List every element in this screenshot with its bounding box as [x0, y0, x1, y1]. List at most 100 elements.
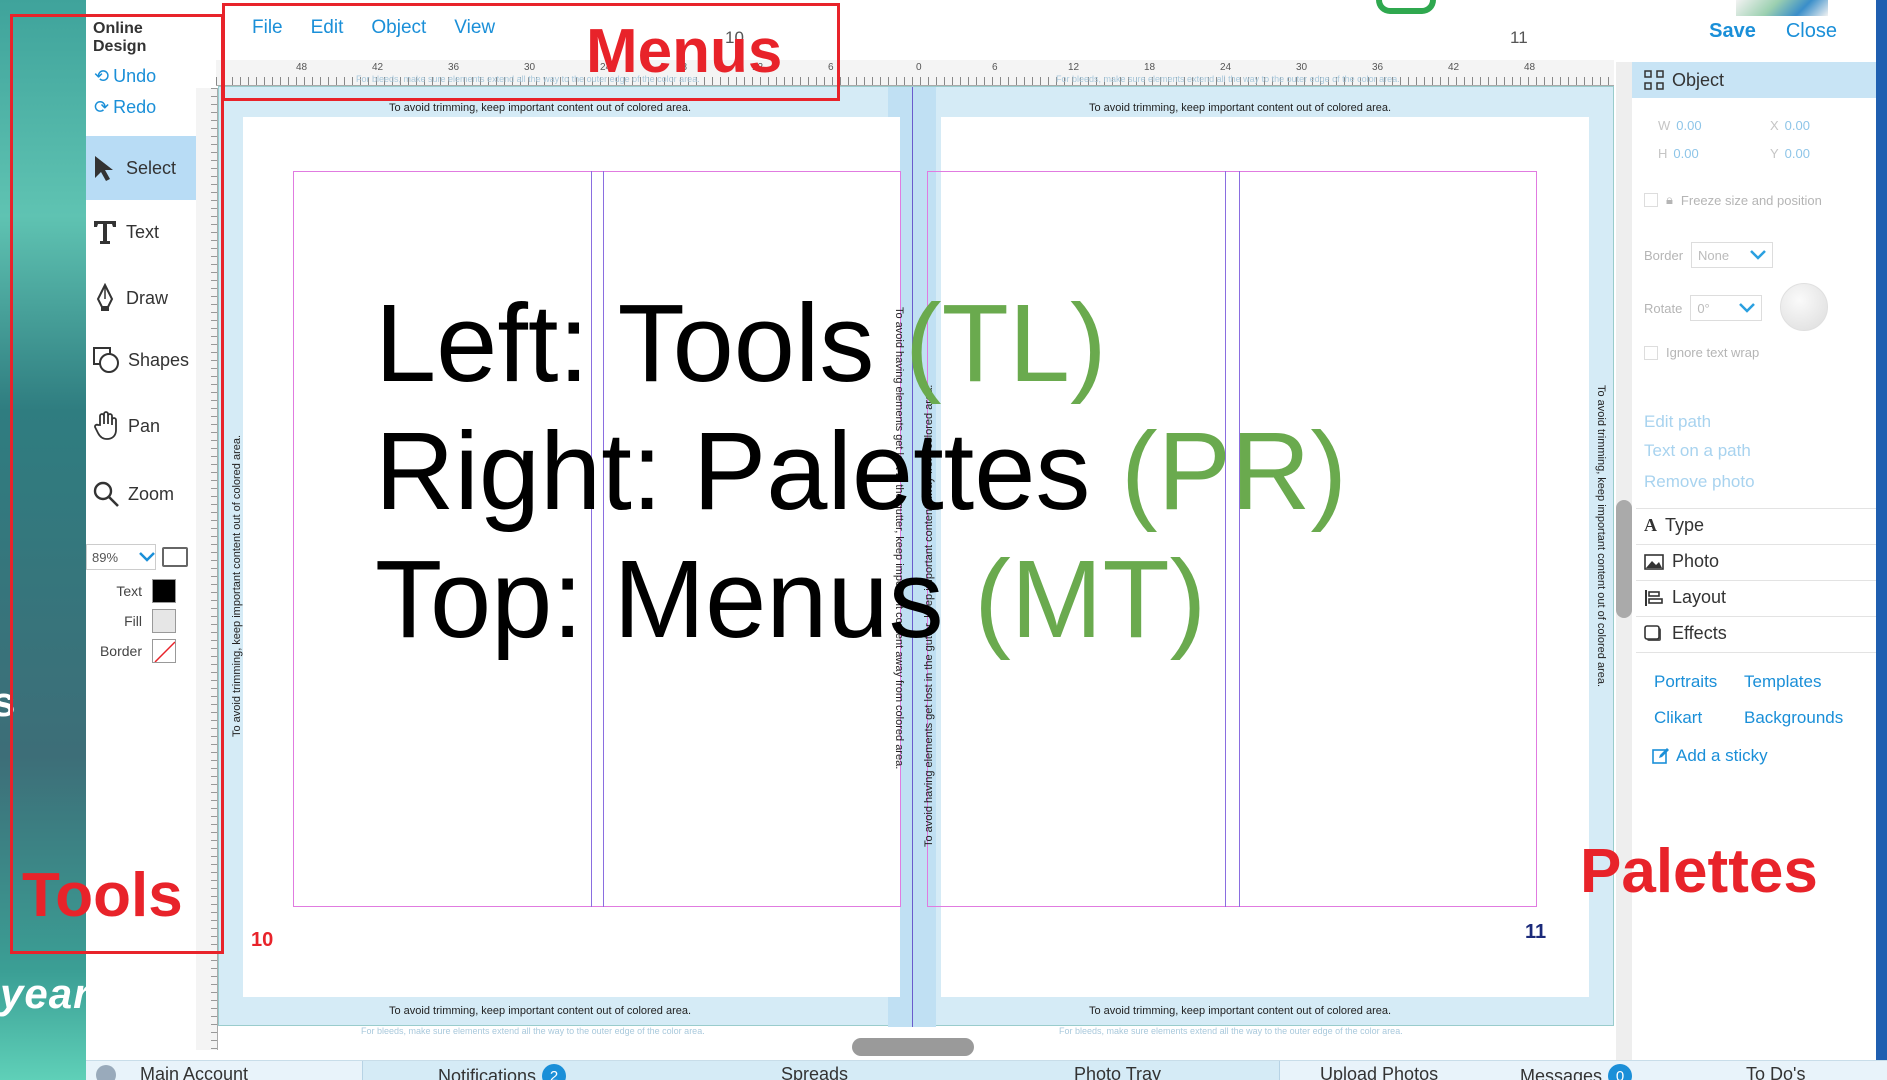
- remove-photo-link[interactable]: Remove photo: [1644, 472, 1755, 492]
- safe-note-bottom-right: To avoid trimming, keep important conten…: [1089, 1005, 1392, 1017]
- undo-button[interactable]: ⟲ Undo: [94, 66, 156, 87]
- ignore-wrap-label: Ignore text wrap: [1666, 345, 1760, 360]
- edit-note-icon: [1652, 748, 1669, 764]
- templates-link[interactable]: Templates: [1744, 672, 1821, 692]
- caption-text: Right: Palettes: [375, 410, 1121, 533]
- rotate-row: Rotate 0°: [1644, 295, 1763, 321]
- save-button[interactable]: Save: [1709, 20, 1756, 43]
- hand-icon: [94, 411, 117, 440]
- palette-section-effects[interactable]: Effects: [1636, 616, 1876, 650]
- text-color-label: Text: [116, 583, 142, 599]
- object-palette-header[interactable]: Object: [1632, 62, 1876, 98]
- tool-pan[interactable]: Pan: [86, 394, 196, 458]
- chevron-down-icon: [139, 552, 155, 562]
- height-field[interactable]: H 0.00: [1658, 146, 1699, 161]
- ignore-wrap-row[interactable]: Ignore text wrap: [1644, 345, 1759, 360]
- menu-bar: File Edit Object View: [252, 17, 495, 39]
- chevron-down-icon: [1750, 250, 1766, 260]
- y-field[interactable]: Y 0.00: [1770, 146, 1810, 161]
- ruler-label: 42: [372, 62, 384, 73]
- ruler-label: 42: [1448, 62, 1460, 73]
- menus-annotation-label: Menus: [586, 17, 783, 86]
- tool-text[interactable]: Text: [86, 200, 196, 264]
- x-field[interactable]: X 0.00: [1770, 118, 1810, 133]
- rotate-select[interactable]: 0°: [1690, 295, 1763, 321]
- portraits-link[interactable]: Portraits: [1654, 672, 1717, 692]
- chevron-down-icon: [1739, 303, 1756, 313]
- freeze-row[interactable]: 🔒︎ Freeze size and position: [1644, 192, 1822, 208]
- freeze-checkbox[interactable]: [1644, 193, 1658, 207]
- notifications-tab[interactable]: Notifications 2: [438, 1064, 567, 1080]
- undo-label: Undo: [113, 66, 157, 86]
- text-color-swatch[interactable]: [152, 579, 176, 603]
- ignore-wrap-checkbox[interactable]: [1644, 345, 1658, 360]
- palette-section-type[interactable]: A Type: [1636, 508, 1876, 542]
- width-field[interactable]: W 0.00: [1658, 118, 1702, 133]
- tool-draw[interactable]: Draw: [86, 266, 196, 330]
- tool-select[interactable]: Select: [86, 136, 196, 200]
- arrow-cursor-icon: [95, 156, 113, 181]
- border-color-swatch[interactable]: [152, 639, 176, 663]
- ruler-label: 48: [1524, 62, 1536, 73]
- edit-path-link[interactable]: Edit path: [1644, 412, 1711, 432]
- main-account-tab[interactable]: Main Account: [96, 1064, 248, 1080]
- pen-nib-icon: [96, 283, 114, 311]
- resources-section: [1636, 652, 1876, 742]
- todos-tab[interactable]: To Do's: [1746, 1064, 1805, 1080]
- zoom-controls: 89%: [86, 544, 196, 570]
- menu-edit[interactable]: Edit: [311, 17, 344, 39]
- menu-object[interactable]: Object: [371, 17, 426, 39]
- shapes-icon: [93, 347, 119, 373]
- backgrounds-link[interactable]: Backgrounds: [1744, 708, 1843, 728]
- upload-photos-tab[interactable]: Upload Photos: [1320, 1064, 1438, 1080]
- top-actions: Save Close: [1709, 20, 1837, 43]
- zoom-value: 89%: [92, 549, 119, 565]
- photo-tray-tab[interactable]: Photo Tray: [1074, 1064, 1161, 1080]
- menu-file[interactable]: File: [252, 17, 283, 39]
- palette-scrollbar-thumb[interactable]: [1616, 500, 1632, 618]
- tool-label: Text: [126, 221, 160, 242]
- close-button[interactable]: Close: [1786, 20, 1837, 43]
- ruler-label: 18: [1144, 62, 1156, 73]
- palette-section-layout[interactable]: Layout: [1636, 580, 1876, 614]
- text-color-row: Text: [86, 579, 176, 603]
- messages-tab[interactable]: Messages 0: [1520, 1064, 1633, 1080]
- horizontal-ruler: 48 42 36 30 24 18 12 6 0 6 12 18 24 30 3…: [216, 60, 1614, 86]
- caption-line-menus: Top: Menus (MT): [375, 536, 1347, 664]
- tool-label: Pan: [128, 415, 161, 436]
- rotate-dial[interactable]: [1780, 283, 1828, 331]
- horizontal-scrollbar-thumb[interactable]: [852, 1038, 974, 1056]
- height-value: 0.00: [1673, 146, 1699, 161]
- caption-code: (MT): [974, 538, 1207, 661]
- fill-color-row: Fill: [86, 609, 176, 633]
- x-value: 0.00: [1784, 118, 1810, 133]
- tool-shapes[interactable]: Shapes: [86, 328, 196, 392]
- section-label: Type: [1665, 515, 1705, 535]
- caption-text: Top: Menus: [375, 538, 975, 661]
- palette-section-photo[interactable]: Photo: [1636, 544, 1876, 578]
- caption-text: Left: Tools: [375, 282, 905, 405]
- caption-line-tools: Left: Tools (TL): [375, 280, 1347, 408]
- tool-zoom[interactable]: Zoom: [86, 462, 196, 526]
- menu-view[interactable]: View: [454, 17, 495, 39]
- text-on-path-link[interactable]: Text on a path: [1644, 441, 1751, 461]
- tool-label: Zoom: [128, 483, 175, 504]
- ruler-label: 24: [1220, 62, 1232, 73]
- fit-to-screen-icon[interactable]: [162, 547, 188, 567]
- freeze-label: Freeze size and position: [1680, 192, 1822, 208]
- palettes-panel: Object W 0.00 H 0.00 X 0.00 Y 0.00 🔒︎ Freeze…: [1632, 62, 1876, 1062]
- fill-color-swatch[interactable]: [152, 609, 176, 633]
- bleed-note-bottom-right: For bleeds, make sure elements extend al…: [1059, 1026, 1403, 1036]
- zoom-select[interactable]: 89%: [86, 544, 156, 570]
- tool-label: Draw: [126, 287, 169, 308]
- add-sticky-button[interactable]: Add a sticky: [1652, 746, 1768, 766]
- width-label: W: [1658, 118, 1671, 133]
- redo-button[interactable]: ⟳ Redo: [94, 97, 156, 118]
- layout-icon: [1645, 589, 1663, 606]
- section-label: Photo: [1672, 551, 1720, 571]
- ruler-label: 30: [524, 62, 536, 73]
- clikart-link[interactable]: Clikart: [1654, 708, 1702, 728]
- todos-label: To Do's: [1746, 1064, 1806, 1080]
- spreads-tab[interactable]: Spreads: [781, 1064, 848, 1080]
- border-select[interactable]: None: [1691, 242, 1774, 268]
